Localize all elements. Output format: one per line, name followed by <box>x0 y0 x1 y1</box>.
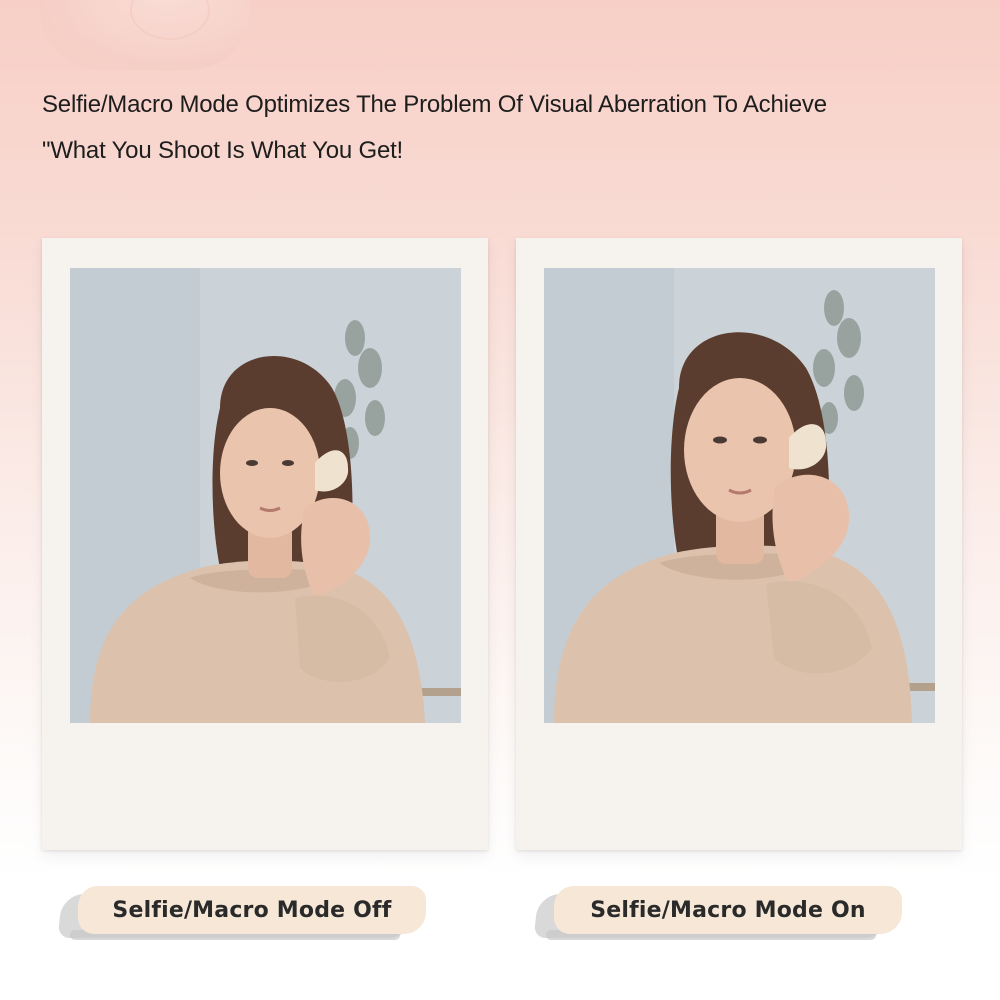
camera-lens-decoration <box>130 0 210 40</box>
mode-off-label: Selfie/Macro Mode Off <box>112 897 392 923</box>
headline: Selfie/Macro Mode Optimizes The Problem … <box>42 82 962 174</box>
tag-paper: Selfie/Macro Mode Off <box>78 886 426 934</box>
label-tag-mode-off: Selfie/Macro Mode Off <box>57 886 432 940</box>
label-tag-mode-on: Selfie/Macro Mode On <box>533 886 908 940</box>
photo-mode-off <box>70 268 461 723</box>
portrait-illustration <box>70 268 461 723</box>
tag-paper: Selfie/Macro Mode On <box>554 886 902 934</box>
headline-line-1: Selfie/Macro Mode Optimizes The Problem … <box>42 91 827 118</box>
mode-on-label: Selfie/Macro Mode On <box>590 897 866 923</box>
headline-line-2: "What You Shoot Is What You Get! <box>42 137 404 164</box>
polaroid-mode-on <box>516 238 962 850</box>
photo-mode-on <box>544 268 935 723</box>
camera-decoration <box>40 0 250 70</box>
polaroid-mode-off <box>42 238 488 850</box>
portrait-illustration <box>544 268 935 723</box>
